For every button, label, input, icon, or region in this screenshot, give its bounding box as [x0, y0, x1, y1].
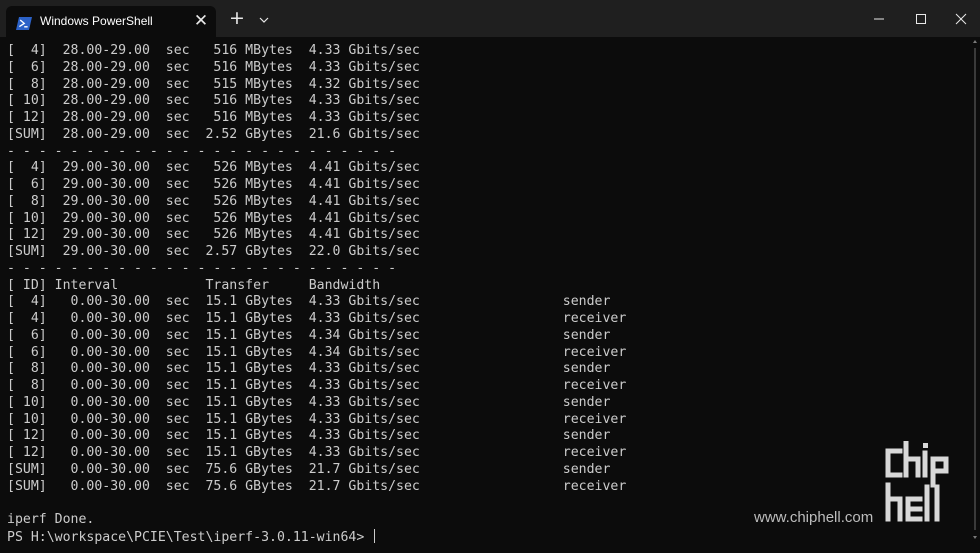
chevron-down-icon[interactable]	[254, 8, 274, 30]
terminal-line: [ 8] 0.00-30.00 sec 15.1 GBytes 4.33 Gbi…	[7, 378, 627, 393]
powershell-icon	[16, 15, 32, 30]
terminal-line: [ 4] 28.00-29.00 sec 516 MBytes 4.33 Gbi…	[7, 43, 420, 58]
terminal-line: [ 10] 29.00-30.00 sec 526 MBytes 4.41 Gb…	[7, 210, 420, 226]
terminal-line: [ 8] 29.00-30.00 sec 526 MBytes 4.41 Gbi…	[7, 193, 420, 209]
terminal-line: [ 6] 28.00-29.00 sec 516 MBytes 4.33 Gbi…	[7, 59, 420, 75]
terminal-line: - - - - - - - - - - - - - - - - - - - - …	[7, 143, 397, 159]
terminal-line: [ ID] Interval Transfer Bandwidth	[7, 277, 381, 293]
terminal-line: [ 6] 0.00-30.00 sec 15.1 GBytes 4.34 Gbi…	[7, 344, 627, 360]
prompt-text: PS H:\workspace\PCIE\Test\iperf-3.0.11-w…	[7, 529, 373, 545]
terminal-line: [ 10] 0.00-30.00 sec 15.1 GBytes 4.33 Gb…	[7, 411, 627, 427]
terminal-line: [SUM] 0.00-30.00 sec 75.6 GBytes 21.7 Gb…	[7, 461, 611, 477]
tab-title: Windows PowerShell	[40, 14, 153, 28]
terminal-line: [ 6] 29.00-30.00 sec 526 MBytes 4.41 Gbi…	[7, 177, 420, 192]
terminal-line: [SUM] 28.00-29.00 sec 2.52 GBytes 21.6 G…	[7, 126, 420, 142]
terminal-line: [ 4] 0.00-30.00 sec 15.1 GBytes 4.33 Gbi…	[7, 294, 611, 310]
terminal-line: [ 10] 0.00-30.00 sec 15.1 GBytes 4.33 Gb…	[7, 394, 611, 410]
terminal-line: [ 12] 29.00-30.00 sec 526 MBytes 4.41 Gb…	[7, 227, 420, 243]
terminal-line: [ 4] 29.00-30.00 sec 526 MBytes 4.41 Gbi…	[7, 160, 420, 176]
title-bar: Windows PowerShell ✕ +	[0, 0, 980, 37]
prompt-line[interactable]: PS H:\workspace\PCIE\Test\iperf-3.0.11-w…	[7, 528, 967, 546]
terminal-line: [ 8] 0.00-30.00 sec 15.1 GBytes 4.33 Gbi…	[7, 361, 611, 377]
terminal-output[interactable]: [ 4] 28.00-29.00 sec 516 MBytes 4.33 Gbi…	[7, 43, 967, 548]
scrollbar[interactable]	[972, 40, 978, 545]
tab-windows-powershell[interactable]: Windows PowerShell ✕	[6, 6, 216, 37]
close-icon[interactable]: ✕	[192, 10, 210, 32]
minimize-icon[interactable]	[856, 0, 902, 37]
terminal-line: [ 4] 0.00-30.00 sec 15.1 GBytes 4.33 Gbi…	[7, 311, 627, 326]
terminal-line: [ 12] 28.00-29.00 sec 516 MBytes 4.33 Gb…	[7, 110, 420, 125]
text-cursor	[374, 528, 376, 543]
terminal-line: [ 12] 0.00-30.00 sec 15.1 GBytes 4.33 Gb…	[7, 445, 627, 460]
plus-icon[interactable]: +	[226, 8, 248, 30]
terminal-lines: [ 4] 28.00-29.00 sec 516 MBytes 4.33 Gbi…	[7, 43, 967, 529]
terminal-line: [ 8] 28.00-29.00 sec 515 MBytes 4.32 Gbi…	[7, 76, 420, 92]
terminal-line: [SUM] 0.00-30.00 sec 75.6 GBytes 21.7 Gb…	[7, 478, 627, 494]
close-window-icon[interactable]	[938, 0, 980, 37]
terminal-line: [ 12] 0.00-30.00 sec 15.1 GBytes 4.33 Gb…	[7, 428, 611, 444]
terminal-line: [ 6] 0.00-30.00 sec 15.1 GBytes 4.34 Gbi…	[7, 327, 611, 343]
terminal-line: [SUM] 29.00-30.00 sec 2.57 GBytes 22.0 G…	[7, 244, 420, 259]
chiphell-logo	[884, 440, 964, 525]
watermark-url: www.chiphell.com	[754, 509, 874, 526]
terminal-line: - - - - - - - - - - - - - - - - - - - - …	[7, 260, 397, 276]
terminal-line: [ 10] 28.00-29.00 sec 516 MBytes 4.33 Gb…	[7, 93, 420, 109]
